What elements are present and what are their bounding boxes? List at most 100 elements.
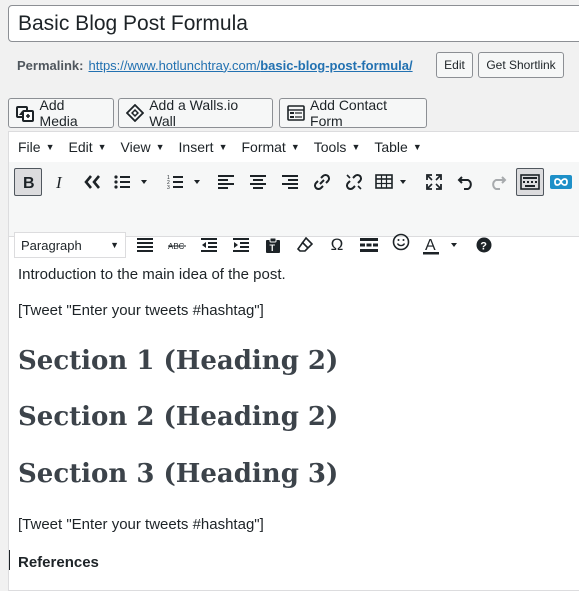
menu-table[interactable]: Table ▼ (374, 139, 421, 155)
bold-button[interactable]: B (14, 168, 42, 196)
strikethrough-button[interactable]: ABC (163, 231, 191, 259)
post-title-text: Basic Blog Post Formula (18, 11, 248, 35)
align-right-icon (282, 175, 298, 189)
format-select[interactable]: Paragraph ▼ (14, 232, 126, 258)
help-button[interactable]: ? (470, 231, 498, 259)
justify-button[interactable] (131, 231, 159, 259)
bold-icon: B (23, 175, 35, 190)
text-color-glyph: A (425, 237, 436, 254)
menu-tools-label: Tools (313, 139, 347, 155)
menu-format-label: Format (241, 139, 286, 155)
toolbar-toggle-button[interactable] (516, 168, 544, 196)
numbered-list-button[interactable]: 123 (163, 168, 207, 196)
table-button[interactable] (372, 168, 412, 196)
permalink-base: https://www.hotlunchtray.com/ (88, 57, 261, 73)
chevron-down-icon: ▼ (290, 142, 300, 152)
undo-button[interactable] (452, 168, 480, 196)
add-media-icon (15, 103, 35, 123)
edit-permalink-button[interactable]: Edit (436, 52, 473, 78)
svg-text:B: B (23, 175, 35, 190)
add-media-button[interactable]: Add Media (8, 97, 114, 129)
indent-button[interactable] (227, 231, 255, 259)
menu-table-label: Table (374, 139, 408, 155)
text-color-button[interactable]: A (419, 231, 463, 259)
add-media-label: Add Media (39, 97, 78, 129)
blockquote-icon (84, 175, 100, 189)
section-2-heading[interactable]: Section 2 (Heading 2) (18, 402, 338, 432)
fullscreen-icon (426, 174, 442, 190)
infinity-button[interactable] (547, 168, 575, 196)
menu-edit[interactable]: Edit ▼ (68, 139, 106, 155)
add-contact-form-button[interactable]: Add Contact Form (279, 97, 427, 129)
redo-icon (492, 176, 507, 190)
help-icon: ? (476, 237, 492, 253)
outdent-icon (201, 238, 217, 252)
editor-menubar: File ▼ Edit ▼ View ▼ Insert ▼ Format ▼ Tools ▼… (9, 132, 579, 162)
undo-icon (457, 176, 472, 190)
svg-text:I: I (55, 174, 63, 190)
add-walls-button[interactable]: Add a Walls.io Wall (118, 97, 273, 129)
chevron-down-icon: ▼ (155, 142, 165, 152)
indent-icon (233, 238, 249, 252)
get-shortlink-button[interactable]: Get Shortlink (478, 52, 564, 78)
walls-io-icon (125, 103, 144, 123)
strikethrough-icon: ABC (168, 242, 186, 251)
bullet-list-icon (114, 175, 147, 189)
references-heading[interactable]: References (18, 554, 99, 571)
blockquote-button[interactable] (78, 168, 106, 196)
paste-text-button[interactable]: T (259, 231, 287, 259)
paste-text-icon: T (266, 237, 280, 253)
permalink-link[interactable]: https://www.hotlunchtray.com/basic-blog-… (88, 58, 412, 73)
chevron-down-icon: ▼ (97, 142, 107, 152)
menu-file[interactable]: File ▼ (18, 139, 54, 155)
align-left-button[interactable] (212, 168, 240, 196)
menu-view-label: View (120, 139, 151, 155)
chevron-down-icon: ▼ (218, 142, 228, 152)
section-1-heading[interactable]: Section 1 (Heading 2) (18, 346, 338, 376)
italic-button[interactable]: I (46, 168, 74, 196)
add-contact-form-label: Add Contact Form (310, 97, 388, 129)
tweet-shortcode-1[interactable]: [Tweet "Enter your tweets #hashtag"] (18, 302, 264, 319)
outdent-button[interactable] (195, 231, 223, 259)
menu-edit-label: Edit (68, 139, 93, 155)
section-3-heading[interactable]: Section 3 (Heading 3) (18, 459, 338, 489)
numbered-list-icon: 123 (167, 175, 200, 189)
align-center-button[interactable] (244, 168, 272, 196)
clear-formatting-icon (297, 237, 313, 252)
menu-insert[interactable]: Insert ▼ (179, 139, 228, 155)
align-center-icon (250, 175, 266, 189)
special-character-button[interactable]: Ω (323, 231, 351, 259)
svg-text:3: 3 (167, 185, 170, 189)
contact-form-icon (286, 103, 305, 123)
table-icon (375, 174, 406, 189)
clear-formatting-button[interactable] (291, 231, 319, 259)
editor-toolbar: B I 123 Paragraph ▼ ABC T Ω A ? (9, 162, 579, 258)
intro-paragraph[interactable]: Introduction to the main idea of the pos… (18, 266, 286, 283)
emoticons-button[interactable] (387, 228, 415, 256)
menu-view[interactable]: View ▼ (121, 139, 165, 155)
align-right-button[interactable] (276, 168, 304, 196)
remove-link-icon (345, 173, 363, 191)
chevron-down-icon: ▼ (412, 142, 422, 152)
menu-format[interactable]: Format ▼ (241, 139, 299, 155)
format-select-value: Paragraph (21, 237, 82, 253)
horizontal-line-button[interactable] (355, 231, 383, 259)
infinity-icon (550, 175, 572, 189)
insert-link-button[interactable] (308, 168, 336, 196)
menu-insert-label: Insert (178, 139, 214, 155)
tweet-shortcode-2[interactable]: [Tweet "Enter your tweets #hashtag"] (18, 516, 264, 533)
justify-icon (137, 238, 153, 252)
text-color-icon: A (423, 237, 457, 255)
text-cursor (9, 550, 10, 570)
remove-link-button[interactable] (340, 168, 368, 196)
keyboard-icon (520, 174, 540, 190)
redo-button[interactable] (484, 168, 512, 196)
menu-tools[interactable]: Tools ▼ (314, 139, 361, 155)
fullscreen-button[interactable] (420, 168, 448, 196)
align-left-icon (218, 175, 234, 189)
help-glyph: ? (480, 241, 487, 253)
post-title-input[interactable]: Basic Blog Post Formula (8, 5, 579, 42)
permalink-row: Permalink: https://www.hotlunchtray.com/… (17, 52, 413, 78)
bullet-list-button[interactable] (110, 168, 154, 196)
chevron-down-icon: ▼ (110, 240, 119, 250)
